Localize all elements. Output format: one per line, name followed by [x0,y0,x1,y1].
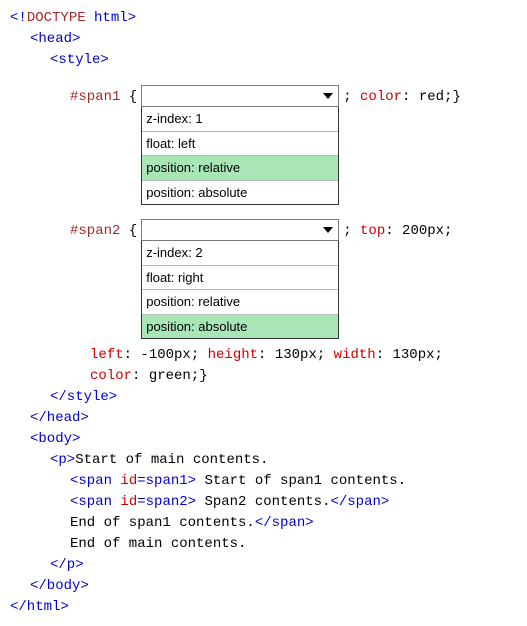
span2-option-1[interactable]: float: right [142,266,338,291]
prop-height: height [208,347,258,363]
span2-selector: #span2 [70,223,129,239]
rule1-prop: color [360,89,402,105]
rule-span2-left: #span2 { [10,219,137,242]
span2-option-3[interactable]: position: absolute [142,315,338,339]
head-open: <head> [10,29,517,50]
span1-combo-wrap: z-index: 1 float: left position: relativ… [141,85,339,205]
span1-tag-b: id [120,473,137,489]
rule1-sep: ; [343,89,360,105]
code-line-cont1: left: -100px; height: 130px; width: 130p… [10,345,517,366]
span2-tag-c: =span2> [137,494,196,510]
doctype-close: > [128,10,136,26]
end-span1-text: End of span1 contents. [70,515,255,531]
doctype-rest: html [86,10,128,26]
style-close: </style> [10,387,517,408]
span2-listbox: z-index: 2 float: right position: relati… [141,241,339,339]
span1-option-0[interactable]: z-index: 1 [142,107,338,132]
body-close: </body> [10,576,517,597]
p-open: <p> [50,452,75,468]
span1-tag-c: =span1> [137,473,196,489]
span2-line: <span id=span2> Span2 contents.</span> [10,492,517,513]
code-line-cont2: color: green;} [10,366,517,387]
html-close: </html> [10,597,517,618]
rule-span2-right: ; top: 200px; [343,219,452,242]
head-close: </head> [10,408,517,429]
p-close: </p> [10,555,517,576]
doctype-open: <! [10,10,27,26]
end-span1-line: End of span1 contents.</span> [10,513,517,534]
span1-selector: #span1 [70,89,129,105]
p-open-line: <p>Start of main contents. [10,450,517,471]
span2-option-2[interactable]: position: relative [142,290,338,315]
span2-close: </span> [330,494,389,510]
val-height: : 130px; [258,347,334,363]
span1-option-2[interactable]: position: relative [142,156,338,181]
span2-text: Span2 contents. [196,494,330,510]
rule2-val: : 200px; [385,223,452,239]
doctype-word: DOCTYPE [27,10,86,26]
brace-open-2: { [129,223,137,239]
span2-dropdown[interactable] [141,219,339,241]
p-text1: Start of main contents. [75,452,268,468]
rule-span1-right: ; color: red;} [343,85,461,108]
chevron-down-icon [320,88,336,104]
span1-dropdown[interactable] [141,85,339,107]
val-width: : 130px; [376,347,443,363]
chevron-down-icon [320,222,336,238]
code-line: <!DOCTYPE html> [10,8,517,29]
val-color: : green;} [132,368,208,384]
body-open: <body> [10,429,517,450]
span1-option-1[interactable]: float: left [142,132,338,157]
span1-text: Start of span1 contents. [196,473,406,489]
prop-left: left [90,347,124,363]
span2-tag-b: id [120,494,137,510]
prop-color: color [90,368,132,384]
span2-tag-a: <span [70,494,120,510]
rule2-prop: top [360,223,385,239]
rule1-val: : red;} [402,89,461,105]
span2-option-0[interactable]: z-index: 2 [142,241,338,266]
rule-span2-row: #span2 { z-index: 2 float: right positio… [10,219,517,339]
span2-combo-wrap: z-index: 2 float: right position: relati… [141,219,339,339]
prop-width: width [334,347,376,363]
rule2-sep: ; [343,223,360,239]
rule-span1-row: #span1 { z-index: 1 float: left position… [10,85,517,205]
val-left: : -100px; [124,347,208,363]
span1-close: </span> [255,515,314,531]
span1-tag-a: <span [70,473,120,489]
span1-line: <span id=span1> Start of span1 contents. [10,471,517,492]
span1-listbox: z-index: 1 float: left position: relativ… [141,107,339,205]
span1-option-3[interactable]: position: absolute [142,181,338,205]
end-main-line: End of main contents. [10,534,517,555]
style-open: <style> [10,50,517,71]
brace-open: { [129,89,137,105]
rule-span1-left: #span1 { [10,85,137,108]
